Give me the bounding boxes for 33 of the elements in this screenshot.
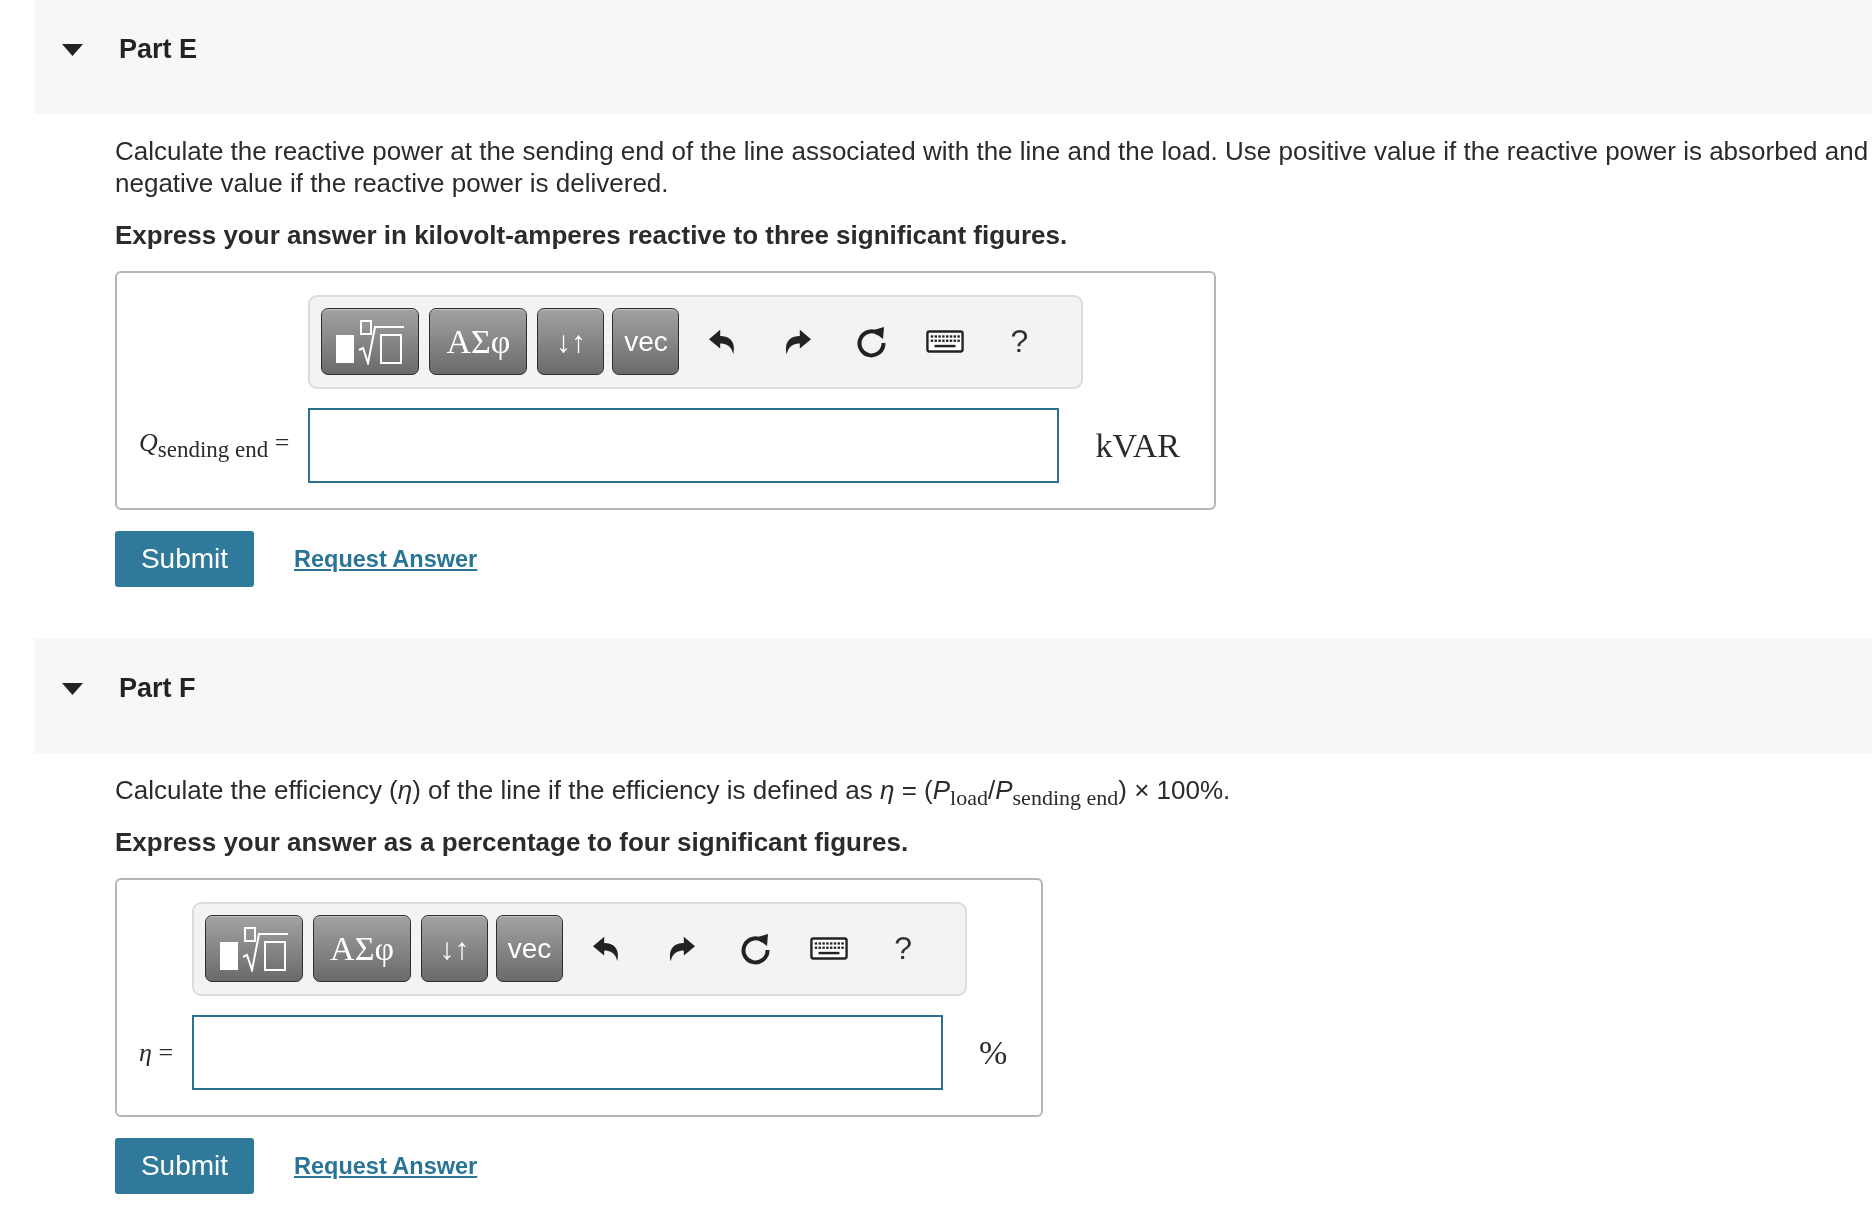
- instruction-text: Express your answer as a percentage to four significant figures.: [115, 826, 910, 858]
- arrows-button[interactable]: ↓↑: [421, 915, 489, 982]
- templates-button[interactable]: [205, 915, 304, 982]
- submit-button[interactable]: Submit: [115, 1138, 254, 1194]
- instruction-text: Express your answer in kilovolt-amperes reactive to three significant figures.: [115, 219, 1069, 251]
- equation-label: η =: [139, 1037, 175, 1068]
- templates-button[interactable]: [321, 308, 420, 375]
- keyboard-icon: [810, 937, 849, 960]
- part-header[interactable]: Part E: [34, 0, 1872, 114]
- equation-label: Q$_{sending end}$ =: [139, 427, 291, 464]
- answer-field[interactable]: [308, 408, 1060, 483]
- part-header[interactable]: Part F: [34, 639, 1872, 753]
- caret-icon[interactable]: [62, 683, 83, 695]
- request-answer-link[interactable]: Request Answer: [294, 1152, 478, 1180]
- help-button[interactable]: ?: [866, 915, 941, 982]
- request-answer-link[interactable]: Request Answer: [294, 545, 478, 573]
- submit-button[interactable]: Submit: [115, 531, 254, 587]
- question-text: Calculate the reactive power at the sending end of the line associated with the line and the load. Use positive value if the reactive power is absorbed and negative value if the reactive power is delivered.: [115, 135, 1870, 199]
- greek-letters-button[interactable]: ΑΣφ: [429, 308, 528, 375]
- help-button[interactable]: ?: [982, 308, 1057, 375]
- unit-label: %: [978, 1033, 1008, 1072]
- greek-letters-button[interactable]: ΑΣφ: [313, 915, 412, 982]
- root-template-icon: [334, 318, 407, 365]
- part-title: Part E: [119, 34, 198, 64]
- answer-field[interactable]: [192, 1015, 944, 1090]
- part-title: Part F: [119, 673, 196, 703]
- root-template-icon: [218, 925, 291, 972]
- keyboard-icon: [926, 330, 965, 353]
- caret-icon[interactable]: [62, 44, 83, 56]
- vector-button[interactable]: vec: [612, 308, 680, 375]
- vector-button[interactable]: vec: [496, 915, 564, 982]
- unit-label: kVAR: [1094, 426, 1180, 465]
- arrows-button[interactable]: ↓↑: [537, 308, 605, 375]
